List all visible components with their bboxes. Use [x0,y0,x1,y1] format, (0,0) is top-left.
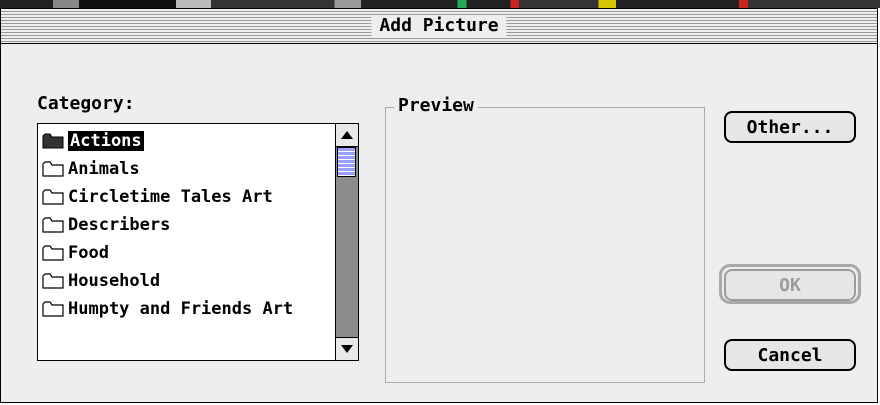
cancel-button[interactable]: Cancel [724,339,856,371]
list-item-label: Animals [68,159,140,179]
arrow-down-icon [341,345,353,353]
list-item-actions[interactable]: Actions [42,128,144,154]
folder-icon [42,245,64,261]
folder-icon [42,217,64,233]
list-item-label: Humpty and Friends Art [68,299,294,319]
list-item-food[interactable]: Food [42,240,109,266]
scroll-up-button[interactable] [336,124,358,147]
list-item-circletime-tales-art[interactable]: Circletime Tales Art [42,184,273,210]
scroll-track[interactable] [336,147,358,337]
ok-button[interactable]: OK [724,269,856,301]
list-item-label: Describers [68,215,171,235]
folder-icon [42,273,64,289]
list-item-animals[interactable]: Animals [42,156,140,182]
add-picture-dialog: Add Picture Category: Actions Animals Ci… [0,8,878,403]
dialog-title: Add Picture [371,15,507,37]
arrow-up-icon [341,131,353,139]
list-scrollbar[interactable] [335,124,358,360]
folder-icon [42,161,64,177]
category-label: Category: [37,93,135,114]
list-item-label: Circletime Tales Art [68,187,273,207]
list-item-humpty-and-friends-art[interactable]: Humpty and Friends Art [42,296,293,322]
other-button[interactable]: Other... [724,111,856,143]
scroll-down-button[interactable] [336,337,358,360]
background-app-strip [0,0,880,8]
list-item-household[interactable]: Household [42,268,160,294]
category-list[interactable]: Actions Animals Circletime Tales Art Des… [37,123,359,361]
preview-label: Preview [394,94,478,118]
folder-filled-icon [42,133,64,149]
title-bar[interactable]: Add Picture [1,9,877,44]
preview-panel: Preview [385,94,705,383]
folder-icon [42,301,64,317]
list-item-describers[interactable]: Describers [42,212,170,238]
scroll-thumb[interactable] [337,147,356,177]
folder-icon [42,189,64,205]
list-item-label: Food [68,243,109,263]
list-item-label: Household [68,271,161,291]
list-item-label: Actions [68,131,144,151]
